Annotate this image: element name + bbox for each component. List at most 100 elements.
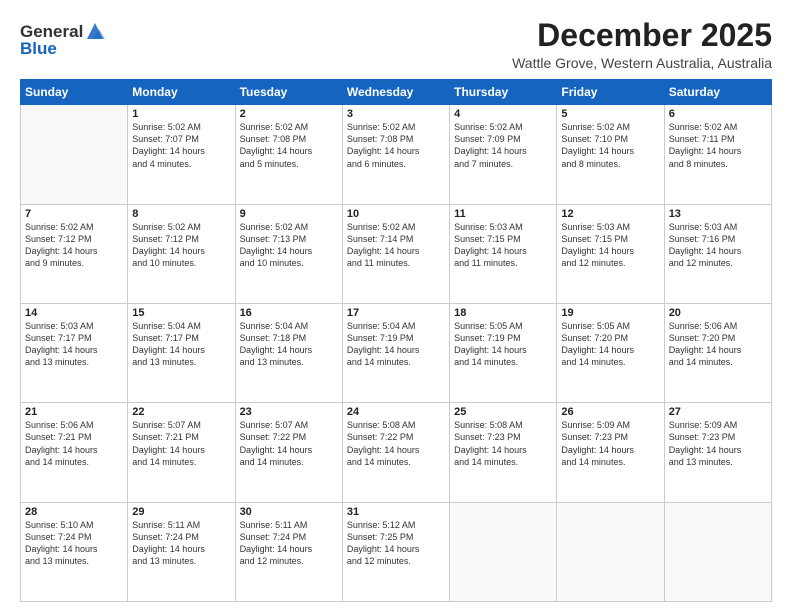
day-number: 21 <box>25 406 123 418</box>
calendar-day-cell: 25Sunrise: 5:08 AM Sunset: 7:23 PM Dayli… <box>450 403 557 502</box>
month-title: December 2025 <box>512 18 772 53</box>
day-info: Sunrise: 5:11 AM Sunset: 7:24 PM Dayligh… <box>240 519 338 568</box>
calendar-week-row: 14Sunrise: 5:03 AM Sunset: 7:17 PM Dayli… <box>21 303 772 402</box>
day-info: Sunrise: 5:03 AM Sunset: 7:16 PM Dayligh… <box>669 221 767 270</box>
day-number: 16 <box>240 307 338 319</box>
day-number: 26 <box>561 406 659 418</box>
day-info: Sunrise: 5:02 AM Sunset: 7:11 PM Dayligh… <box>669 121 767 170</box>
day-info: Sunrise: 5:07 AM Sunset: 7:21 PM Dayligh… <box>132 419 230 468</box>
day-number: 19 <box>561 307 659 319</box>
day-number: 5 <box>561 108 659 120</box>
calendar-header-row: SundayMondayTuesdayWednesdayThursdayFrid… <box>21 80 772 105</box>
day-info: Sunrise: 5:04 AM Sunset: 7:17 PM Dayligh… <box>132 320 230 369</box>
calendar-week-row: 7Sunrise: 5:02 AM Sunset: 7:12 PM Daylig… <box>21 204 772 303</box>
day-number: 31 <box>347 506 445 518</box>
header-day-tuesday: Tuesday <box>235 80 342 105</box>
day-info: Sunrise: 5:08 AM Sunset: 7:22 PM Dayligh… <box>347 419 445 468</box>
calendar-day-cell: 7Sunrise: 5:02 AM Sunset: 7:12 PM Daylig… <box>21 204 128 303</box>
day-number: 29 <box>132 506 230 518</box>
day-info: Sunrise: 5:09 AM Sunset: 7:23 PM Dayligh… <box>669 419 767 468</box>
day-info: Sunrise: 5:12 AM Sunset: 7:25 PM Dayligh… <box>347 519 445 568</box>
calendar-day-cell: 1Sunrise: 5:02 AM Sunset: 7:07 PM Daylig… <box>128 105 235 204</box>
day-number: 14 <box>25 307 123 319</box>
calendar-day-cell: 26Sunrise: 5:09 AM Sunset: 7:23 PM Dayli… <box>557 403 664 502</box>
day-number: 7 <box>25 208 123 220</box>
logo: General Blue <box>20 22 105 59</box>
day-number: 13 <box>669 208 767 220</box>
calendar-week-row: 28Sunrise: 5:10 AM Sunset: 7:24 PM Dayli… <box>21 502 772 601</box>
calendar-day-cell: 2Sunrise: 5:02 AM Sunset: 7:08 PM Daylig… <box>235 105 342 204</box>
day-number: 20 <box>669 307 767 319</box>
calendar-week-row: 1Sunrise: 5:02 AM Sunset: 7:07 PM Daylig… <box>21 105 772 204</box>
calendar-day-cell: 20Sunrise: 5:06 AM Sunset: 7:20 PM Dayli… <box>664 303 771 402</box>
day-info: Sunrise: 5:02 AM Sunset: 7:07 PM Dayligh… <box>132 121 230 170</box>
calendar-day-cell: 29Sunrise: 5:11 AM Sunset: 7:24 PM Dayli… <box>128 502 235 601</box>
calendar-day-cell: 19Sunrise: 5:05 AM Sunset: 7:20 PM Dayli… <box>557 303 664 402</box>
day-info: Sunrise: 5:10 AM Sunset: 7:24 PM Dayligh… <box>25 519 123 568</box>
calendar-day-cell: 13Sunrise: 5:03 AM Sunset: 7:16 PM Dayli… <box>664 204 771 303</box>
day-info: Sunrise: 5:04 AM Sunset: 7:19 PM Dayligh… <box>347 320 445 369</box>
day-number: 11 <box>454 208 552 220</box>
day-number: 15 <box>132 307 230 319</box>
calendar-day-cell: 28Sunrise: 5:10 AM Sunset: 7:24 PM Dayli… <box>21 502 128 601</box>
day-number: 10 <box>347 208 445 220</box>
day-info: Sunrise: 5:04 AM Sunset: 7:18 PM Dayligh… <box>240 320 338 369</box>
header-day-monday: Monday <box>128 80 235 105</box>
calendar-day-cell: 11Sunrise: 5:03 AM Sunset: 7:15 PM Dayli… <box>450 204 557 303</box>
day-info: Sunrise: 5:02 AM Sunset: 7:09 PM Dayligh… <box>454 121 552 170</box>
day-number: 18 <box>454 307 552 319</box>
calendar-day-cell: 18Sunrise: 5:05 AM Sunset: 7:19 PM Dayli… <box>450 303 557 402</box>
calendar-day-cell: 27Sunrise: 5:09 AM Sunset: 7:23 PM Dayli… <box>664 403 771 502</box>
calendar-day-cell: 3Sunrise: 5:02 AM Sunset: 7:08 PM Daylig… <box>342 105 449 204</box>
day-number: 1 <box>132 108 230 120</box>
calendar-day-cell: 24Sunrise: 5:08 AM Sunset: 7:22 PM Dayli… <box>342 403 449 502</box>
day-info: Sunrise: 5:02 AM Sunset: 7:10 PM Dayligh… <box>561 121 659 170</box>
page: General Blue December 2025 Wattle Grove,… <box>0 0 792 612</box>
calendar-day-cell: 23Sunrise: 5:07 AM Sunset: 7:22 PM Dayli… <box>235 403 342 502</box>
day-number: 24 <box>347 406 445 418</box>
day-number: 30 <box>240 506 338 518</box>
day-info: Sunrise: 5:07 AM Sunset: 7:22 PM Dayligh… <box>240 419 338 468</box>
day-info: Sunrise: 5:02 AM Sunset: 7:12 PM Dayligh… <box>132 221 230 270</box>
empty-cell <box>450 502 557 601</box>
day-number: 4 <box>454 108 552 120</box>
day-number: 8 <box>132 208 230 220</box>
day-info: Sunrise: 5:02 AM Sunset: 7:14 PM Dayligh… <box>347 221 445 270</box>
day-number: 27 <box>669 406 767 418</box>
logo-icon <box>85 21 105 41</box>
day-info: Sunrise: 5:11 AM Sunset: 7:24 PM Dayligh… <box>132 519 230 568</box>
day-info: Sunrise: 5:02 AM Sunset: 7:08 PM Dayligh… <box>240 121 338 170</box>
header-day-thursday: Thursday <box>450 80 557 105</box>
day-info: Sunrise: 5:08 AM Sunset: 7:23 PM Dayligh… <box>454 419 552 468</box>
calendar-day-cell: 21Sunrise: 5:06 AM Sunset: 7:21 PM Dayli… <box>21 403 128 502</box>
calendar-day-cell: 8Sunrise: 5:02 AM Sunset: 7:12 PM Daylig… <box>128 204 235 303</box>
day-info: Sunrise: 5:06 AM Sunset: 7:21 PM Dayligh… <box>25 419 123 468</box>
day-info: Sunrise: 5:02 AM Sunset: 7:12 PM Dayligh… <box>25 221 123 270</box>
calendar-day-cell: 10Sunrise: 5:02 AM Sunset: 7:14 PM Dayli… <box>342 204 449 303</box>
day-number: 17 <box>347 307 445 319</box>
calendar-day-cell: 9Sunrise: 5:02 AM Sunset: 7:13 PM Daylig… <box>235 204 342 303</box>
day-number: 6 <box>669 108 767 120</box>
calendar-day-cell: 22Sunrise: 5:07 AM Sunset: 7:21 PM Dayli… <box>128 403 235 502</box>
calendar-day-cell: 14Sunrise: 5:03 AM Sunset: 7:17 PM Dayli… <box>21 303 128 402</box>
day-info: Sunrise: 5:09 AM Sunset: 7:23 PM Dayligh… <box>561 419 659 468</box>
day-number: 28 <box>25 506 123 518</box>
calendar-day-cell: 5Sunrise: 5:02 AM Sunset: 7:10 PM Daylig… <box>557 105 664 204</box>
day-info: Sunrise: 5:05 AM Sunset: 7:20 PM Dayligh… <box>561 320 659 369</box>
header-day-friday: Friday <box>557 80 664 105</box>
empty-cell <box>557 502 664 601</box>
day-number: 9 <box>240 208 338 220</box>
calendar-day-cell: 4Sunrise: 5:02 AM Sunset: 7:09 PM Daylig… <box>450 105 557 204</box>
calendar-day-cell: 17Sunrise: 5:04 AM Sunset: 7:19 PM Dayli… <box>342 303 449 402</box>
day-info: Sunrise: 5:03 AM Sunset: 7:17 PM Dayligh… <box>25 320 123 369</box>
calendar-day-cell: 16Sunrise: 5:04 AM Sunset: 7:18 PM Dayli… <box>235 303 342 402</box>
title-block: December 2025 Wattle Grove, Western Aust… <box>512 18 772 71</box>
calendar-day-cell: 30Sunrise: 5:11 AM Sunset: 7:24 PM Dayli… <box>235 502 342 601</box>
day-info: Sunrise: 5:05 AM Sunset: 7:19 PM Dayligh… <box>454 320 552 369</box>
day-number: 22 <box>132 406 230 418</box>
day-info: Sunrise: 5:02 AM Sunset: 7:08 PM Dayligh… <box>347 121 445 170</box>
day-number: 12 <box>561 208 659 220</box>
day-number: 3 <box>347 108 445 120</box>
day-info: Sunrise: 5:06 AM Sunset: 7:20 PM Dayligh… <box>669 320 767 369</box>
calendar-day-cell: 15Sunrise: 5:04 AM Sunset: 7:17 PM Dayli… <box>128 303 235 402</box>
